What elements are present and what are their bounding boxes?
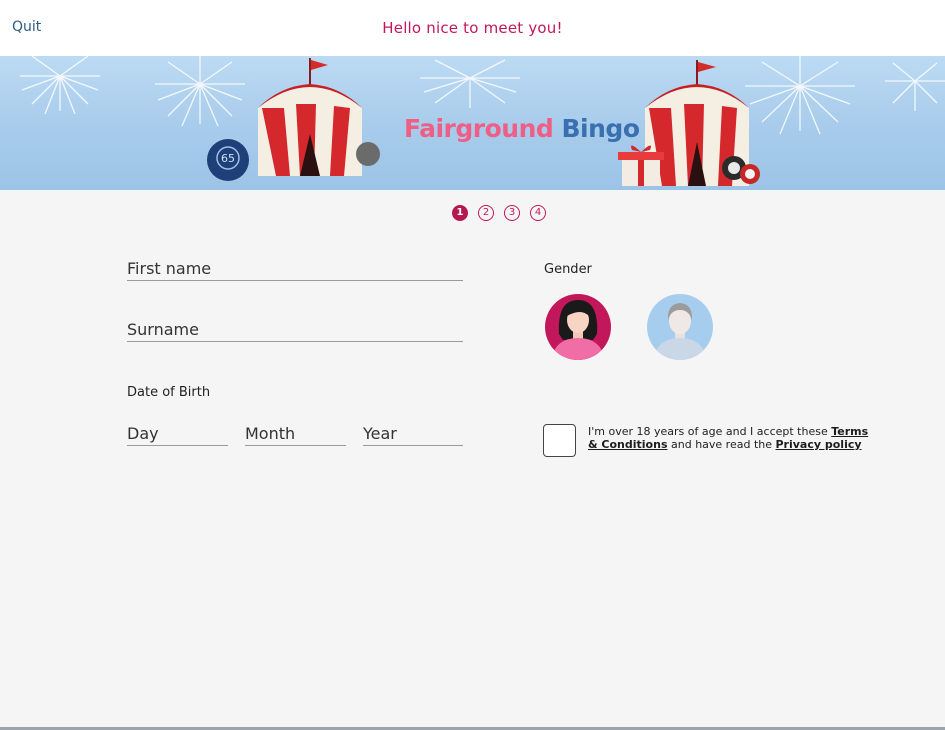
surname-input[interactable] [127,317,463,341]
privacy-policy-link[interactable]: Privacy policy [776,438,862,451]
step-2-indicator: 2 [478,205,494,221]
dob-year-field [363,421,463,446]
date-of-birth-label: Date of Birth [127,385,211,400]
terms-text-part2: and have read the [667,438,776,451]
logo-bingo-text: Bingo [561,114,641,143]
dob-month-input[interactable] [245,421,346,445]
gender-label: Gender [544,262,592,277]
top-bar: Quit Hello nice to meet you! [0,0,945,56]
dob-month-field [245,421,346,446]
fairground-bingo-banner: 65 Fairground Bingo [0,56,945,190]
dob-day-field [127,421,228,446]
dob-year-input[interactable] [363,421,463,445]
dob-day-input[interactable] [127,421,228,445]
terms-text-part1: I'm over 18 years of age and I accept th… [588,425,832,438]
male-avatar-icon [653,303,707,360]
step-4-indicator: 4 [530,205,546,221]
logo-fairground-text: Fairground [404,114,554,143]
first-name-input[interactable] [127,256,463,280]
female-avatar-icon [551,300,605,360]
signup-screen: Quit Hello nice to meet you! 65 Fairgrou… [0,0,945,730]
terms-statement: I'm over 18 years of age and I accept th… [588,425,878,451]
grey-ball [356,142,380,166]
greeting-title: Hello nice to meet you! [382,19,563,37]
progress-stepper: 1 2 3 4 [452,205,546,221]
terms-checkbox[interactable] [543,424,576,457]
circus-tent-left [258,58,362,176]
fairground-bingo-logo: Fairground Bingo [404,114,640,143]
gender-female-option[interactable] [545,294,611,360]
gender-male-option[interactable] [647,294,713,360]
step-1-indicator: 1 [452,205,468,221]
first-name-field [127,256,463,281]
step-3-indicator: 3 [504,205,520,221]
surname-field [127,317,463,342]
bingo-ball-65: 65 [207,139,249,181]
svg-text:65: 65 [221,152,235,165]
